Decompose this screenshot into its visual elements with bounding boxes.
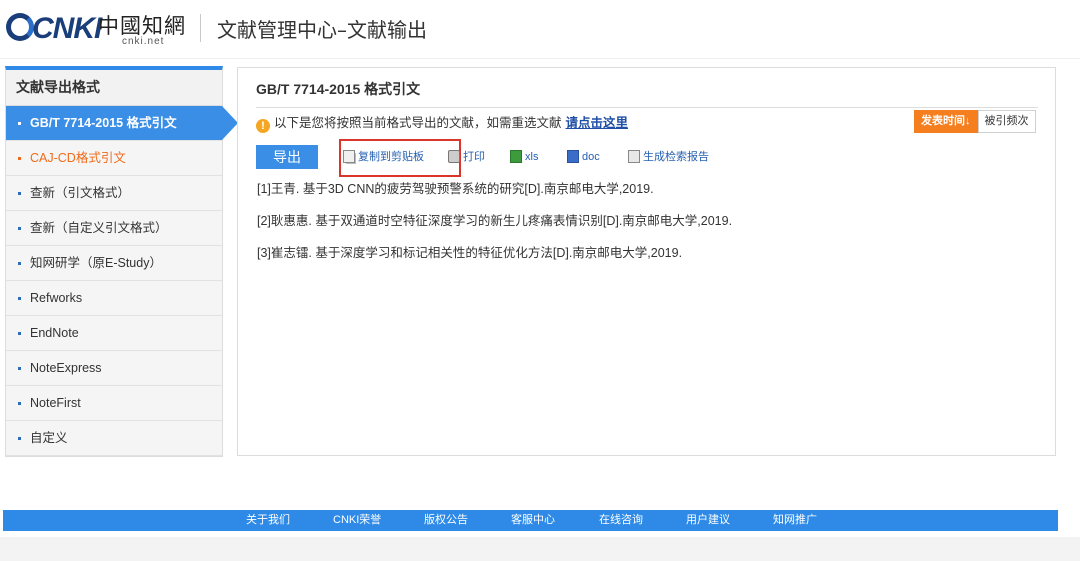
cnki-logo[interactable]: CNKI 中國知網 cnki.net bbox=[6, 8, 188, 52]
sidebar-item-label: CAJ-CD格式引文 bbox=[30, 151, 126, 165]
header: CNKI 中國知網 cnki.net 文献管理中心–文献输出 bbox=[0, 0, 1080, 58]
sort-by-publish-time-button[interactable]: 发表时间↓ bbox=[914, 110, 978, 133]
header-bottom-border bbox=[0, 58, 1080, 59]
footer-link-service[interactable]: 客服中心 bbox=[511, 510, 555, 531]
sidebar-item-label: GB/T 7714-2015 格式引文 bbox=[30, 116, 177, 130]
sidebar-item-refworks[interactable]: Refworks bbox=[6, 281, 222, 316]
bullet-icon bbox=[18, 367, 21, 371]
export-panel: GB/T 7714-2015 格式引文 ! 以下是您将按照当前格式导出的文献，如需… bbox=[237, 67, 1056, 456]
sidebar-item-label: NoteExpress bbox=[30, 361, 102, 375]
reference-item: [1]王青. 基于3D CNN的疲劳驾驶预警系统的研究[D].南京邮电大学,20… bbox=[257, 182, 654, 196]
generate-report-button[interactable]: 生成检索报告 bbox=[628, 149, 709, 165]
bullet-icon bbox=[18, 122, 21, 126]
excel-icon bbox=[510, 150, 522, 163]
reference-item: [3]崔志镭. 基于深度学习和标记相关性的特征优化方法[D].南京邮电大学,20… bbox=[257, 246, 683, 260]
format-sidebar: 文献导出格式 GB/T 7714-2015 格式引文 CAJ-CD格式引文 查新… bbox=[5, 66, 238, 457]
reference-item: [2]耿惠惠. 基于双通道时空特征深度学习的新生儿疼痛表情识别[D].南京邮电大… bbox=[257, 214, 733, 228]
logo-domain-text: cnki.net bbox=[122, 36, 165, 47]
page-title: 文献管理中心–文献输出 bbox=[217, 18, 427, 42]
arrow-down-icon: ↓ bbox=[965, 115, 971, 127]
reselect-link[interactable]: 请点击这里 bbox=[566, 116, 629, 130]
reference-list: [1]王青. 基于3D CNN的疲劳驾驶预警系统的研究[D].南京邮电大学,20… bbox=[257, 181, 732, 277]
print-label: 打印 bbox=[463, 151, 485, 163]
sidebar-item-novelty-search[interactable]: 查新（引文格式） bbox=[6, 176, 222, 211]
footer-link-consult[interactable]: 在线咨询 bbox=[599, 510, 643, 531]
sidebar-item-label: NoteFirst bbox=[30, 396, 81, 410]
sidebar-item-label: 自定义 bbox=[30, 431, 68, 445]
sidebar-item-novelty-custom[interactable]: 查新（自定义引文格式） bbox=[6, 211, 222, 246]
footer-link-about[interactable]: 关于我们 bbox=[246, 510, 290, 531]
sidebar-item-noteexpress[interactable]: NoteExpress bbox=[6, 351, 222, 386]
sidebar-item-gbt7714[interactable]: GB/T 7714-2015 格式引文 bbox=[6, 106, 238, 141]
sidebar-heading: 文献导出格式 bbox=[6, 70, 222, 106]
notice-text: 以下是您将按照当前格式导出的文献，如需重选文献 bbox=[274, 116, 562, 130]
bullet-icon bbox=[18, 157, 21, 161]
copy-label: 复制到剪贴板 bbox=[358, 151, 424, 163]
header-divider bbox=[200, 14, 201, 42]
sidebar-item-label: 查新（自定义引文格式） bbox=[30, 221, 168, 235]
bullet-icon bbox=[18, 437, 21, 441]
footer-bar: 关于我们 CNKI荣誉 版权公告 客服中心 在线咨询 用户建议 知网推广 bbox=[3, 510, 1058, 531]
sidebar-item-custom[interactable]: 自定义 bbox=[6, 421, 222, 456]
footer-link-promotion[interactable]: 知网推广 bbox=[773, 510, 817, 531]
sort-by-citations-button[interactable]: 被引频次 bbox=[977, 110, 1036, 133]
footer-link-feedback[interactable]: 用户建议 bbox=[686, 510, 730, 531]
bullet-icon bbox=[18, 297, 21, 301]
logo-cnki-text: CNKI bbox=[6, 12, 102, 46]
sidebar-item-label: 查新（引文格式） bbox=[30, 186, 131, 200]
logo-ring-icon bbox=[6, 13, 34, 41]
word-icon bbox=[567, 150, 579, 163]
export-button[interactable]: 导出 bbox=[256, 145, 318, 169]
export-xls-button[interactable]: xls bbox=[510, 149, 538, 165]
sort-options: 发表时间↓ 被引频次 bbox=[914, 110, 1036, 133]
panel-divider bbox=[256, 107, 1038, 108]
bullet-icon bbox=[18, 227, 21, 231]
bullet-icon bbox=[18, 192, 21, 196]
print-button[interactable]: 打印 bbox=[448, 149, 485, 165]
sidebar-item-label: Refworks bbox=[30, 291, 83, 305]
page-bottom-area bbox=[0, 537, 1080, 561]
doc-label: doc bbox=[582, 151, 600, 163]
sidebar-item-label: 知网研学（原E-Study） bbox=[30, 256, 162, 270]
export-doc-button[interactable]: doc bbox=[567, 149, 600, 165]
report-label: 生成检索报告 bbox=[643, 151, 709, 163]
sidebar-item-notefirst[interactable]: NoteFirst bbox=[6, 386, 222, 421]
panel-title: GB/T 7714-2015 格式引文 bbox=[256, 81, 421, 97]
report-icon bbox=[628, 150, 640, 163]
bullet-icon bbox=[18, 402, 21, 406]
printer-icon bbox=[448, 150, 460, 163]
logo-cnki-word: CNKI bbox=[32, 12, 102, 45]
xls-label: xls bbox=[525, 151, 539, 163]
sidebar-item-e-study[interactable]: 知网研学（原E-Study） bbox=[6, 246, 222, 281]
sidebar-item-caj-cd[interactable]: CAJ-CD格式引文 bbox=[6, 141, 222, 176]
bullet-icon bbox=[18, 262, 21, 266]
warning-icon: ! bbox=[256, 119, 270, 133]
footer-link-copyright[interactable]: 版权公告 bbox=[424, 510, 468, 531]
notice-bar: ! 以下是您将按照当前格式导出的文献，如需重选文献 请点击这里 bbox=[256, 114, 629, 133]
sidebar-item-endnote[interactable]: EndNote bbox=[6, 316, 222, 351]
footer-link-honors[interactable]: CNKI荣誉 bbox=[333, 510, 381, 531]
bullet-icon bbox=[18, 332, 21, 336]
copy-to-clipboard-button[interactable]: 复制到剪贴板 bbox=[343, 149, 424, 165]
clipboard-icon bbox=[343, 150, 355, 163]
sort-publish-time-label: 发表时间 bbox=[921, 115, 965, 127]
sidebar-item-label: EndNote bbox=[30, 326, 79, 340]
